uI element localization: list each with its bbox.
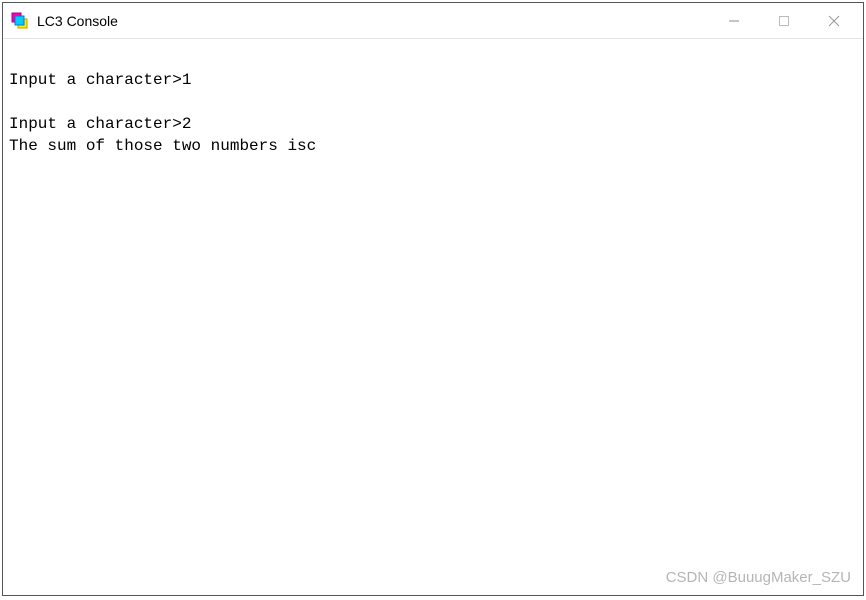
titlebar: LC3 Console	[3, 3, 863, 39]
app-icon	[11, 12, 29, 30]
minimize-button[interactable]	[709, 3, 759, 39]
watermark: CSDN @BuuugMaker_SZU	[666, 567, 851, 589]
window-title: LC3 Console	[37, 13, 709, 29]
console-line: The sum of those two numbers isc	[9, 137, 316, 155]
maximize-button[interactable]	[759, 3, 809, 39]
console-line: Input a character>1	[9, 71, 191, 89]
app-window: LC3 Console Input a character>1 Input a …	[2, 2, 864, 596]
window-controls	[709, 3, 859, 38]
console-line: Input a character>2	[9, 115, 191, 133]
close-button[interactable]	[809, 3, 859, 39]
console-output: Input a character>1 Input a character>2 …	[3, 39, 863, 595]
